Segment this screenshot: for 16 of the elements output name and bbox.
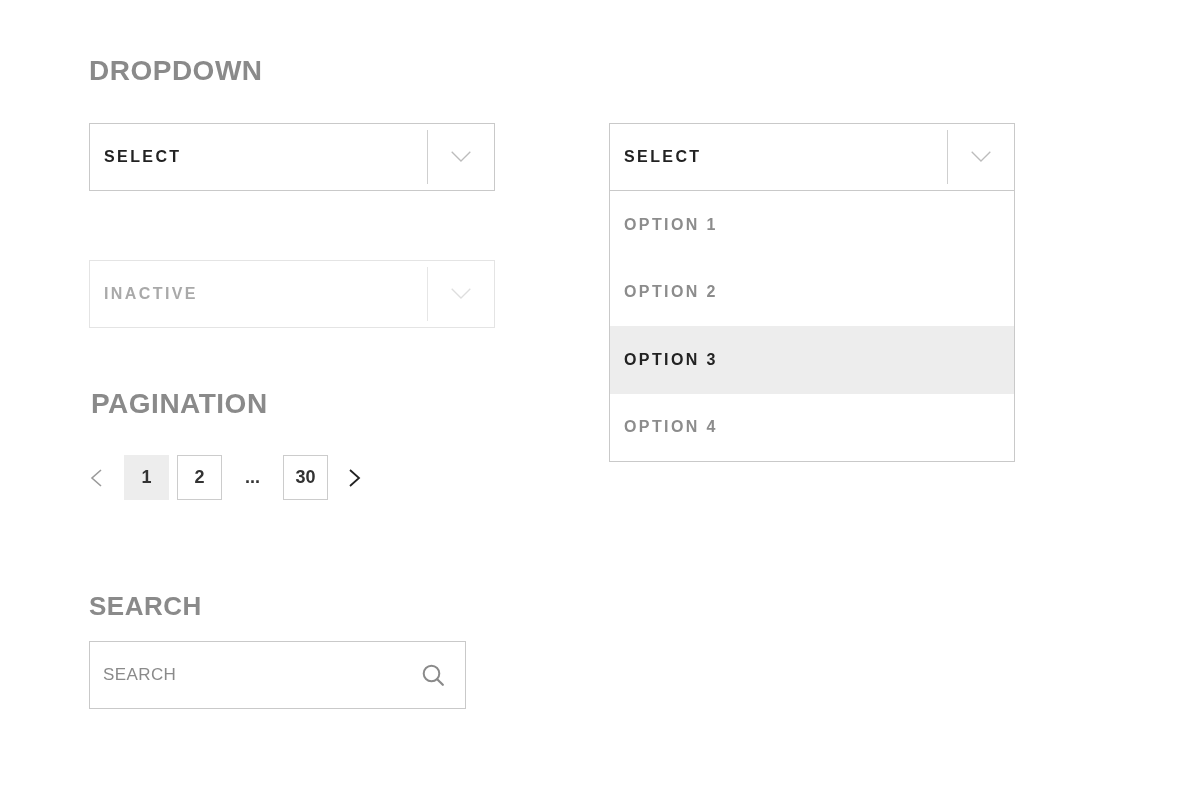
page-button[interactable]: 2 <box>177 455 222 500</box>
dropdown[interactable]: SELECT <box>609 123 1015 191</box>
dropdown[interactable]: SELECT <box>89 123 495 191</box>
page-button[interactable]: 30 <box>283 455 328 500</box>
search-icon[interactable] <box>422 664 444 686</box>
dropdown-option[interactable]: OPTION 3 <box>610 326 1014 394</box>
search-field[interactable]: SEARCH <box>89 641 466 709</box>
pagination-ellipsis: ... <box>244 466 261 489</box>
section-heading: SEARCH <box>89 590 202 622</box>
section-heading: DROPDOWN <box>89 55 263 87</box>
chevron-down-icon <box>451 150 471 162</box>
chevron-down-icon <box>451 287 471 299</box>
page-button[interactable]: 1 <box>124 455 169 500</box>
section-heading: PAGINATION <box>91 388 268 420</box>
chevron-right-icon[interactable] <box>349 468 361 487</box>
chevron-down-icon <box>971 150 991 162</box>
